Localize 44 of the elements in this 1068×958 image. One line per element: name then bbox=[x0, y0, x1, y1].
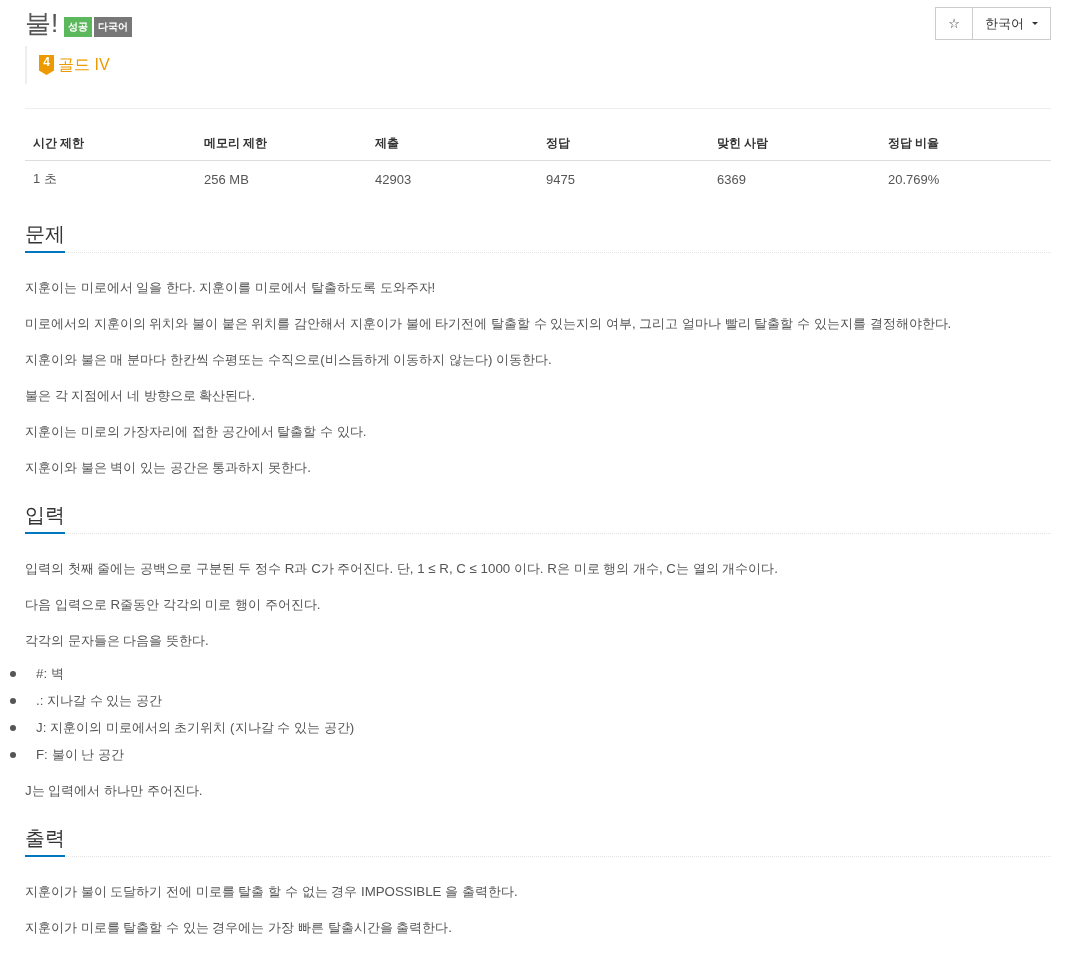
table-cell: 6369 bbox=[709, 160, 880, 197]
list-item-text: J: 지훈이의 미로에서의 초기위치 (지나갈 수 있는 공간) bbox=[36, 719, 355, 737]
favorite-button[interactable]: ☆ bbox=[935, 7, 973, 40]
language-dropdown[interactable]: 한국어 bbox=[972, 7, 1051, 40]
paragraph: 지훈이와 불은 매 분마다 한칸씩 수평또는 수직으로(비스듬하게 이동하지 않는다) 이동한다. bbox=[25, 351, 553, 369]
problem-title: 불! bbox=[25, 7, 59, 39]
table-cell: 42903 bbox=[367, 160, 538, 197]
paragraph: 지훈이는 미로의 가장자리에 접한 공간에서 탈출할 수 있다. bbox=[25, 423, 368, 441]
list-item-text: .: 지나갈 수 있는 공간 bbox=[36, 692, 163, 710]
tier-badge: 4 bbox=[39, 55, 54, 75]
section-heading: 문제 bbox=[25, 221, 65, 253]
column-header: 시간 제한 bbox=[25, 128, 196, 161]
tier-name: 골드 IV bbox=[58, 55, 110, 75]
paragraph: 불은 각 지점에서 네 방향으로 확산된다. bbox=[25, 387, 257, 405]
paragraph: 각각의 문자들은 다음을 뜻한다. bbox=[25, 632, 210, 650]
table-cell: 256 MB bbox=[196, 160, 367, 197]
table-cell: 20.769% bbox=[880, 160, 1051, 197]
bullet-icon bbox=[10, 697, 16, 704]
column-header: 메모리 제한 bbox=[196, 128, 367, 161]
column-header: 정답 비율 bbox=[880, 128, 1051, 161]
status-label: 다국어 bbox=[94, 17, 133, 37]
list-item-text: F: 불이 난 공간 bbox=[36, 746, 124, 764]
paragraph: 지훈이는 미로에서 일을 한다. 지훈이를 미로에서 탈출하도록 도와주자! bbox=[25, 279, 437, 297]
paragraph: 다음 입력으로 R줄동안 각각의 미로 행이 주어진다. bbox=[25, 596, 322, 614]
paragraph: 지훈이가 불이 도달하기 전에 미로를 탈출 할 수 없는 경우 IMPOSSIBLE 을 출력한다. bbox=[25, 883, 519, 901]
caret-icon bbox=[1032, 22, 1038, 25]
section-heading: 출력 bbox=[25, 825, 65, 857]
column-header: 맞힌 사람 bbox=[709, 128, 880, 161]
bullet-icon bbox=[10, 724, 16, 731]
paragraph: J는 입력에서 하나만 주어진다. bbox=[25, 782, 204, 800]
column-header: 제출 bbox=[367, 128, 538, 161]
list-item-text: #: 벽 bbox=[36, 665, 64, 683]
table-cell: 1 초 bbox=[25, 160, 196, 197]
paragraph: 미로에서의 지훈이의 위치와 불이 붙은 위치를 감안해서 지훈이가 불에 타기전에 탈출할 수 있는지의 여부, 그리고 얼마나 빨리 탈출할 수 있는지를 결정해야한다. bbox=[25, 315, 953, 333]
bullet-icon bbox=[10, 670, 16, 677]
column-header: 정답 bbox=[538, 128, 709, 161]
paragraph: 입력의 첫째 줄에는 공백으로 구분된 두 정수 R과 C가 주어진다. 단, 1 ≤ R, C ≤ 1000 이다. R은 미로 행의 개수, C는 열의 개수이다. bbox=[25, 560, 780, 578]
table-cell: 9475 bbox=[538, 160, 709, 197]
paragraph: 지훈이와 불은 벽이 있는 공간은 통과하지 못한다. bbox=[25, 459, 312, 477]
section-heading: 입력 bbox=[25, 502, 65, 534]
paragraph: 지훈이가 미로를 탈출할 수 있는 경우에는 가장 빠른 탈출시간을 출력한다. bbox=[25, 919, 453, 937]
status-label: 성공 bbox=[64, 17, 93, 37]
bullet-icon bbox=[10, 751, 16, 758]
language-name: 한국어 bbox=[985, 14, 1024, 33]
